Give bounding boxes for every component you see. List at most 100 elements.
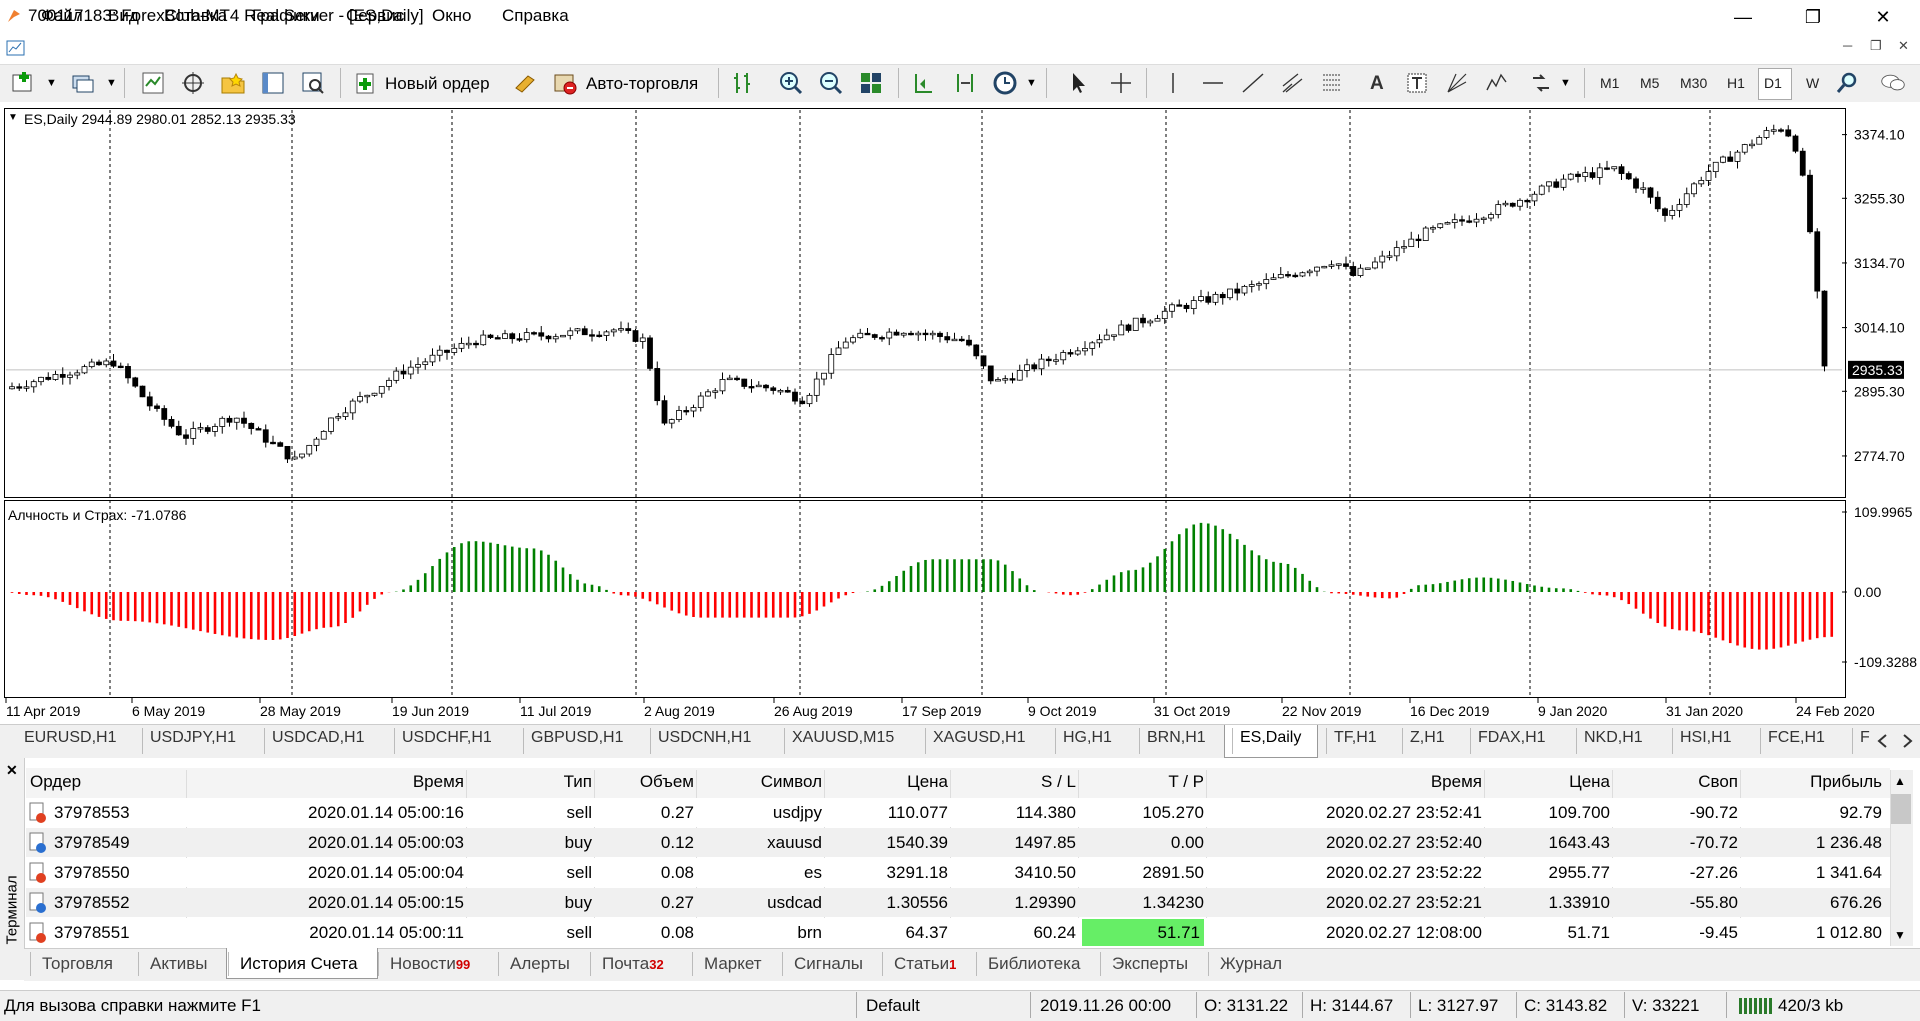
menu-tools[interactable]: Сервис [346, 6, 404, 26]
terminal-tab[interactable]: Библиотека [988, 954, 1080, 974]
terminal-tab[interactable]: Статьи1 [894, 954, 956, 974]
chevron-down-icon[interactable]: ▼ [8, 112, 18, 123]
tabs-scroll-right-icon[interactable] [1898, 732, 1916, 750]
chat-icon[interactable] [1880, 70, 1906, 96]
chart-window-icon[interactable] [6, 38, 26, 58]
mdi-restore-button[interactable]: ❐ [1870, 38, 1882, 54]
market-watch-icon[interactable] [140, 70, 166, 96]
terminal-tab[interactable]: Сигналы [794, 954, 863, 974]
symbol-tab[interactable]: F [1860, 729, 1870, 747]
column-header[interactable]: Объем [598, 772, 694, 792]
terminal-tab[interactable]: Активы [150, 954, 208, 974]
terminal-tab[interactable]: Алерты [510, 954, 570, 974]
metaeditor-icon[interactable] [512, 70, 538, 96]
timeframe-m30[interactable]: M30 [1680, 75, 1707, 91]
search-icon[interactable] [1834, 70, 1860, 96]
navigator-folder-icon[interactable] [220, 70, 246, 96]
profiles-icon[interactable] [70, 70, 96, 96]
symbol-tab[interactable]: USDJPY,H1 [150, 729, 236, 747]
terminal-tab[interactable]: Почта32 [602, 954, 664, 974]
text-label-icon[interactable] [1404, 70, 1430, 96]
menu-insert[interactable]: Вставка [164, 6, 227, 26]
column-header[interactable]: Своп [1616, 772, 1738, 792]
scrollbar-thumb[interactable] [1891, 794, 1911, 824]
elliott-wave-icon[interactable] [1484, 70, 1510, 96]
tile-windows-icon[interactable] [858, 70, 884, 96]
scroll-up-icon[interactable]: ▲ [1894, 774, 1906, 788]
gann-icon[interactable] [1444, 70, 1470, 96]
price-chart[interactable]: 3374.10 3255.30 3134.70 3014.10 2895.30 2774.… [0, 102, 1920, 722]
chart-shift-icon[interactable] [910, 70, 936, 96]
timeframe-m5[interactable]: M5 [1640, 75, 1659, 91]
cursor-arrow-icon[interactable] [1066, 70, 1092, 96]
column-header[interactable]: T / P [1082, 772, 1204, 792]
column-header[interactable]: Время [1210, 772, 1482, 792]
symbol-tab[interactable]: USDCNH,H1 [658, 729, 751, 747]
terminal-tab[interactable]: История Счета [240, 954, 358, 974]
minimize-button[interactable]: — [1720, 0, 1766, 34]
symbol-tab[interactable]: EURUSD,H1 [24, 729, 116, 747]
strategy-tester-icon[interactable] [300, 70, 326, 96]
periods-clock-icon[interactable] [992, 70, 1018, 96]
symbol-tab[interactable]: XAGUSD,H1 [933, 729, 1025, 747]
terminal-tab[interactable]: Маркет [704, 954, 762, 974]
restore-button[interactable]: ❐ [1790, 0, 1836, 34]
horizontal-line-icon[interactable] [1200, 70, 1226, 96]
menu-charts[interactable]: Графики [252, 6, 320, 26]
timeframe-m1[interactable]: M1 [1600, 75, 1619, 91]
fibonacci-icon[interactable] [1320, 70, 1346, 96]
close-button[interactable]: ✕ [1860, 0, 1906, 34]
terminal-tab[interactable]: Журнал [1220, 954, 1282, 974]
symbol-tab[interactable]: TF,H1 [1334, 729, 1377, 747]
mdi-minimize-button[interactable]: ─ [1843, 38, 1852, 53]
terminal-window-icon[interactable] [260, 70, 286, 96]
new-order-icon[interactable] [352, 70, 378, 96]
chevron-down-icon[interactable]: ▼ [46, 77, 57, 89]
zoom-in-icon[interactable] [778, 70, 804, 96]
chevron-down-icon[interactable]: ▼ [1026, 77, 1037, 89]
terminal-tab[interactable]: Новости99 [390, 954, 470, 974]
symbol-tab[interactable]: ES,Daily [1240, 729, 1301, 747]
timeframe-h1[interactable]: H1 [1727, 75, 1745, 91]
column-header[interactable]: Время [190, 772, 464, 792]
mdi-close-button[interactable]: ✕ [1898, 38, 1909, 54]
symbol-tab[interactable]: BRN,H1 [1147, 729, 1206, 747]
column-header[interactable]: S / L [954, 772, 1076, 792]
tabs-scroll-left-icon[interactable] [1874, 732, 1892, 750]
autotrading-icon[interactable] [552, 70, 578, 96]
menu-file[interactable]: Файл [41, 6, 83, 26]
chevron-down-icon[interactable]: ▼ [1560, 77, 1571, 89]
chevron-down-icon[interactable]: ▼ [106, 77, 117, 89]
bar-chart-icon[interactable] [730, 70, 756, 96]
new-chart-icon[interactable] [10, 70, 36, 96]
terminal-tab[interactable]: Эксперты [1112, 954, 1188, 974]
crosshair-target-icon[interactable] [180, 70, 206, 96]
new-order-button[interactable]: Новый ордер [385, 74, 490, 94]
zoom-out-icon[interactable] [818, 70, 844, 96]
symbol-tab[interactable]: GBPUSD,H1 [531, 729, 623, 747]
symbol-tab[interactable]: FDAX,H1 [1478, 729, 1546, 747]
scroll-down-icon[interactable]: ▼ [1894, 928, 1906, 942]
autoscroll-icon[interactable] [952, 70, 978, 96]
terminal-tab[interactable]: Торговля [42, 954, 113, 974]
menu-view[interactable]: Вид [108, 6, 139, 26]
column-header[interactable]: Тип [470, 772, 592, 792]
equidistant-channel-icon[interactable] [1280, 70, 1306, 96]
column-header[interactable]: Цена [828, 772, 948, 792]
symbol-tab[interactable]: HSI,H1 [1680, 729, 1732, 747]
symbol-tab[interactable]: USDCHF,H1 [402, 729, 492, 747]
symbol-tab[interactable]: Z,H1 [1410, 729, 1445, 747]
text-tool-icon[interactable]: A [1370, 73, 1384, 95]
symbol-tab[interactable]: NKD,H1 [1584, 729, 1643, 747]
timeframe-w[interactable]: W [1806, 75, 1819, 91]
column-header[interactable]: Символ [700, 772, 822, 792]
crosshair-icon[interactable] [1108, 70, 1134, 96]
autotrading-button[interactable]: Авто-торговля [586, 74, 698, 94]
column-header[interactable]: Цена [1488, 772, 1610, 792]
timeframe-d1[interactable]: D1 [1764, 75, 1782, 91]
column-header[interactable]: Ордер [30, 772, 180, 792]
vertical-line-icon[interactable] [1160, 70, 1186, 96]
symbol-tab[interactable]: HG,H1 [1063, 729, 1112, 747]
menu-help[interactable]: Справка [502, 6, 569, 26]
trendline-icon[interactable] [1240, 70, 1266, 96]
